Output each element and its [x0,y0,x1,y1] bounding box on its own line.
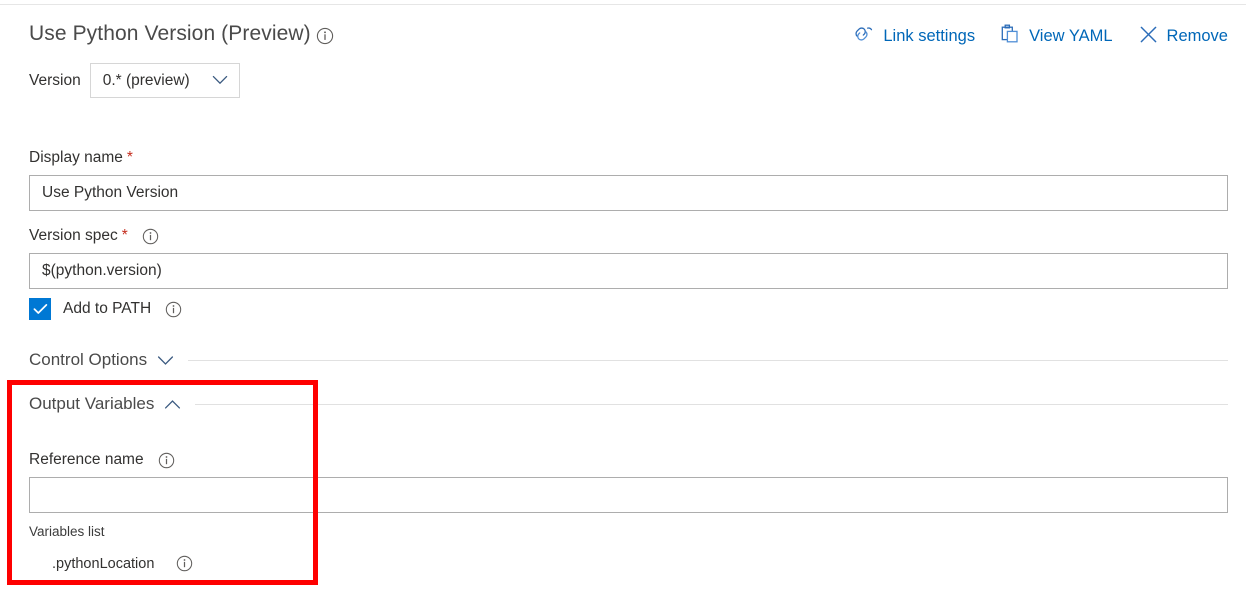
section-output-variables[interactable]: Output Variables [29,394,1228,414]
reference-name-input[interactable] [29,477,1228,513]
list-item: .pythonLocation [52,555,193,572]
control-options-title: Control Options [29,350,147,370]
chevron-down-icon [212,72,228,90]
add-to-path-row: Add to PATH [29,298,182,320]
chevron-up-icon [164,399,181,410]
check-icon [33,303,48,315]
clipboard-icon [1001,24,1020,49]
task-header: Use Python Version (Preview) Link settin… [0,22,1246,60]
display-name-label: Display name * [29,149,133,167]
add-to-path-info-icon[interactable] [165,301,182,318]
control-options-divider [188,360,1228,361]
version-row: Version 0.* (preview) [29,63,240,98]
add-to-path-label: Add to PATH [63,300,151,318]
section-control-options[interactable]: Control Options [29,350,1228,370]
version-spec-required-marker: * [122,227,128,245]
variables-list-title: Variables list [29,524,105,539]
remove-button[interactable]: Remove [1139,25,1228,49]
remove-label: Remove [1167,28,1228,45]
version-spec-label-text: Version spec [29,227,118,245]
link-settings-button[interactable]: Link settings [854,25,975,48]
reference-name-label: Reference name [29,451,175,469]
link-icon [854,25,874,48]
header-actions: Link settings View YAML Remove [854,24,1228,49]
display-name-label-text: Display name [29,149,123,167]
close-icon [1139,25,1158,49]
chevron-down-icon [157,355,174,366]
add-to-path-checkbox[interactable] [29,298,51,320]
view-yaml-button[interactable]: View YAML [1001,24,1112,49]
reference-name-label-text: Reference name [29,451,144,469]
title-info-icon[interactable] [316,27,334,45]
variable-name: .pythonLocation [52,556,154,572]
reference-name-info-icon[interactable] [158,452,175,469]
version-select-value: 0.* (preview) [103,72,190,90]
output-variables-divider [195,404,1228,405]
version-spec-label: Version spec * [29,227,159,245]
version-label: Version [29,72,81,90]
version-spec-info-icon[interactable] [142,228,159,245]
version-spec-input[interactable] [29,253,1228,289]
top-divider [0,4,1246,5]
display-name-input[interactable] [29,175,1228,211]
view-yaml-label: View YAML [1029,28,1112,45]
display-name-required-marker: * [127,149,133,167]
link-settings-label: Link settings [883,28,975,45]
version-select[interactable]: 0.* (preview) [90,63,240,98]
page-title: Use Python Version (Preview) [29,22,311,46]
variable-info-icon[interactable] [176,555,193,572]
output-variables-title: Output Variables [29,394,154,414]
